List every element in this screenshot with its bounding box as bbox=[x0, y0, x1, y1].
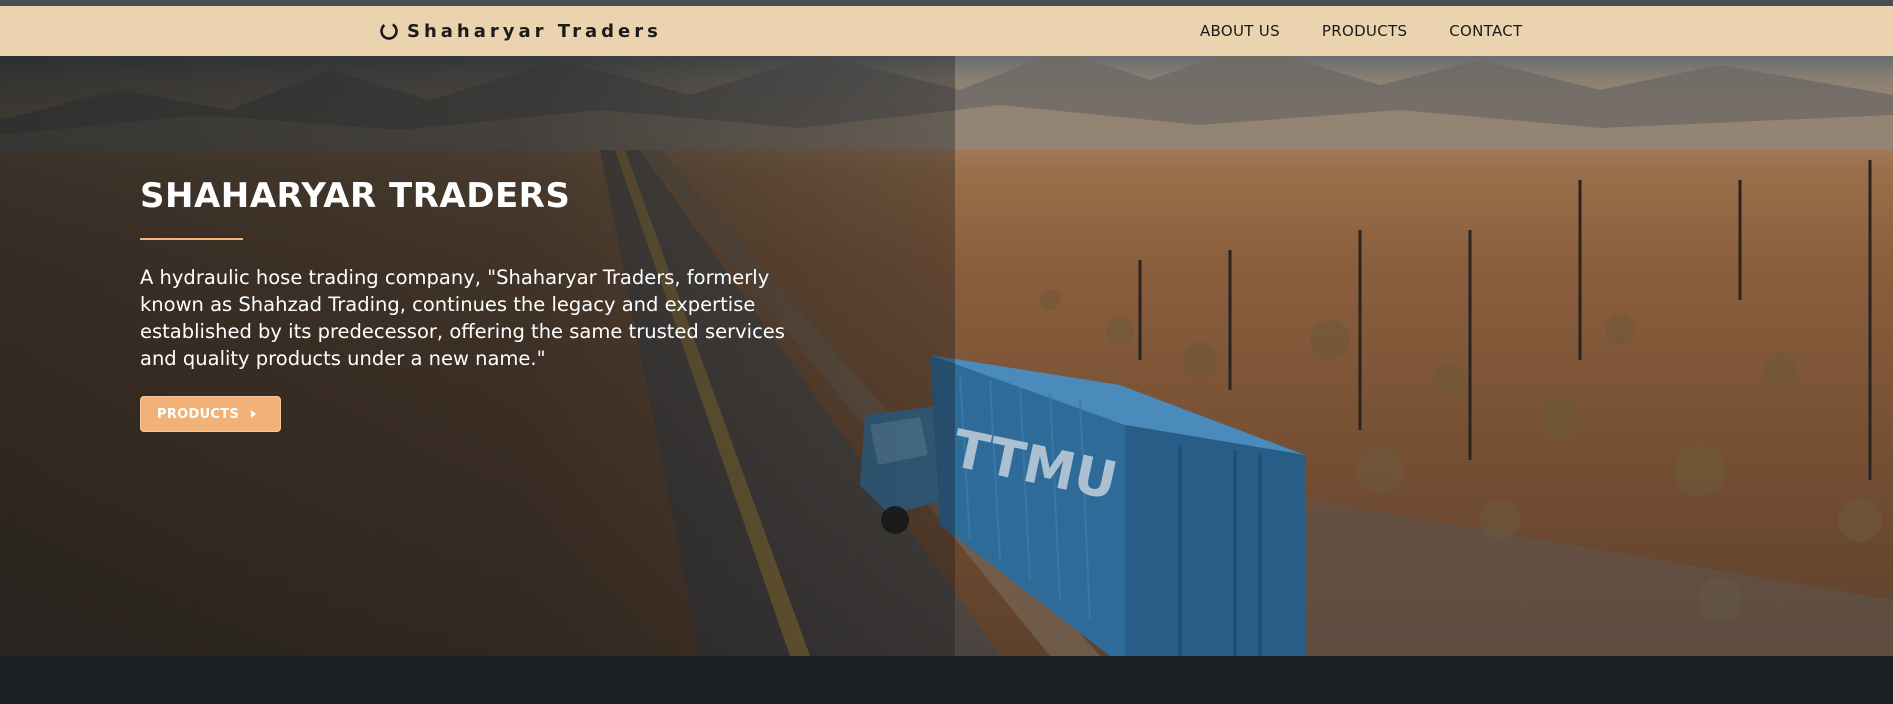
brand-name: Shaharyar Traders bbox=[407, 20, 662, 42]
nav-link-about-us[interactable]: ABOUT US bbox=[1200, 22, 1280, 40]
nav-link-products[interactable]: PRODUCTS bbox=[1322, 22, 1407, 40]
spinner-ring-icon bbox=[380, 22, 398, 40]
navbar: Shaharyar Traders ABOUT US PRODUCTS CONT… bbox=[0, 6, 1893, 56]
footer-band bbox=[0, 656, 1893, 704]
title-divider bbox=[140, 238, 243, 240]
nav-links: ABOUT US PRODUCTS CONTACT bbox=[1200, 6, 1523, 56]
hero-description: A hydraulic hose trading company, "Shaha… bbox=[140, 266, 785, 370]
nav-link-contact[interactable]: CONTACT bbox=[1449, 22, 1522, 40]
brand-logo-link[interactable]: Shaharyar Traders bbox=[379, 6, 662, 56]
hero-content: SHAHARYAR TRADERS A hydraulic hose tradi… bbox=[140, 176, 820, 432]
caret-right-icon bbox=[251, 410, 257, 418]
hero-title: SHAHARYAR TRADERS bbox=[140, 176, 571, 216]
products-button-label: PRODUCTS bbox=[157, 406, 240, 422]
products-button[interactable]: PRODUCTS bbox=[140, 396, 282, 432]
